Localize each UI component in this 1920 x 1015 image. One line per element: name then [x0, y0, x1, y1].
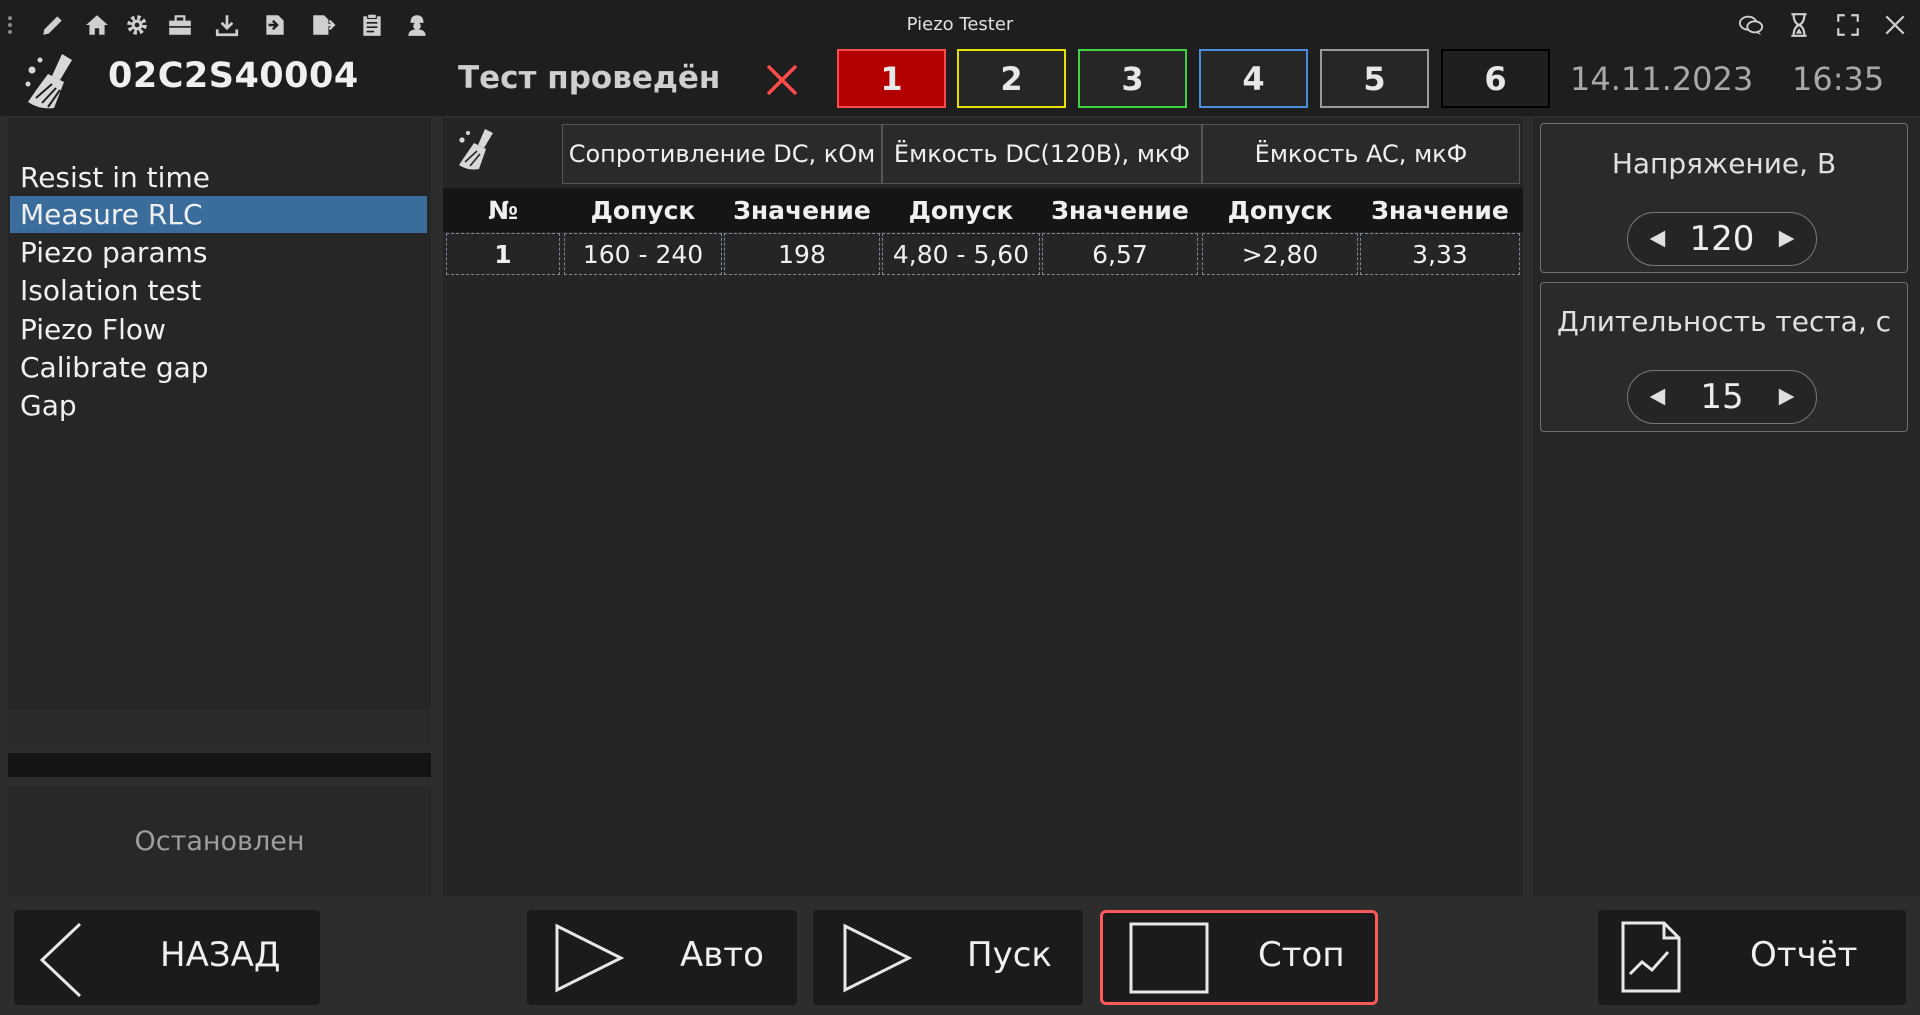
menu-item-resist-in-time[interactable]: Resist in time — [10, 159, 427, 196]
column-header-tolerance: Допуск — [908, 195, 1014, 225]
report-button[interactable]: Отчёт — [1598, 910, 1906, 1005]
channel-2-button[interactable]: 2 — [957, 49, 1066, 108]
stop-button-label: Стоп — [1258, 935, 1345, 975]
chat-icon[interactable] — [1734, 10, 1768, 40]
group-header-capacitance-dc: Ёмкость DC(120B), мкФ — [882, 124, 1202, 184]
fullscreen-icon[interactable] — [1833, 10, 1863, 40]
time-display: 16:35 — [1792, 60, 1885, 98]
menu-item-isolation-test[interactable]: Isolation test — [10, 272, 427, 309]
close-icon[interactable] — [1880, 10, 1910, 40]
column-header-tolerance: Допуск — [590, 195, 696, 225]
menu-item-gap[interactable]: Gap — [10, 387, 427, 424]
list-footer — [8, 710, 431, 744]
column-header-value: Значение — [733, 195, 871, 225]
channel-1-button[interactable]: 1 — [837, 49, 946, 108]
channel-5-button[interactable]: 5 — [1320, 49, 1429, 108]
voltage-stepper[interactable]: 120 — [1627, 212, 1817, 266]
hourglass-icon[interactable] — [1784, 10, 1814, 40]
device-serial: 02C2S40004 — [108, 56, 359, 96]
table-cell-cap-dc-value[interactable]: 6,57 — [1042, 233, 1198, 275]
table-cell-resistance-tolerance[interactable]: 160 - 240 — [564, 233, 722, 275]
channel-6-button[interactable]: 6 — [1441, 49, 1550, 108]
table-cell-cap-dc-tolerance[interactable]: 4,80 - 5,60 — [882, 233, 1040, 275]
table-cell-cap-ac-value[interactable]: 3,33 — [1360, 233, 1520, 275]
auto-button-label: Авто — [680, 935, 764, 975]
app-title: Piezo Tester — [906, 14, 1014, 35]
menu-item-piezo-flow[interactable]: Piezo Flow — [10, 311, 427, 348]
test-status: Тест проведён — [458, 60, 721, 96]
status-text: Остановлен — [134, 825, 305, 857]
date-display: 14.11.2023 — [1570, 60, 1754, 98]
menu-item-measure-rlc[interactable]: Measure RLC — [10, 196, 427, 233]
duration-value: 15 — [1700, 377, 1744, 417]
channel-4-button[interactable]: 4 — [1199, 49, 1308, 108]
fail-cross-icon — [748, 52, 816, 108]
increase-duration-icon[interactable] — [1772, 383, 1800, 411]
stop-square-icon — [1129, 922, 1209, 998]
chevron-left-icon — [36, 920, 86, 1004]
clear-table-icon[interactable] — [455, 125, 505, 173]
broom-icon[interactable] — [22, 50, 90, 112]
decrease-duration-icon[interactable] — [1644, 383, 1672, 411]
back-button[interactable]: НАЗАД — [14, 910, 320, 1005]
column-header-value: Значение — [1371, 195, 1509, 225]
table-cell-cap-ac-tolerance[interactable]: >2,80 — [1202, 233, 1358, 275]
increase-voltage-icon[interactable] — [1772, 225, 1800, 253]
play-icon — [841, 922, 913, 998]
back-button-label: НАЗАД — [160, 935, 281, 975]
auto-button[interactable]: Авто — [527, 910, 797, 1005]
status-label: Остановлен — [8, 786, 431, 896]
report-button-label: Отчёт — [1750, 935, 1858, 975]
column-header-number: № — [487, 195, 519, 225]
column-header-value: Значение — [1051, 195, 1189, 225]
report-chart-icon — [1620, 920, 1682, 998]
group-header-capacitance-ac: Ёмкость AC, мкФ — [1202, 124, 1520, 184]
group-header-resistance-dc: Сопротивление DC, кОм — [562, 124, 882, 184]
channel-3-button[interactable]: 3 — [1078, 49, 1187, 108]
menu-item-calibrate-gap[interactable]: Calibrate gap — [10, 349, 427, 386]
start-button-label: Пуск — [967, 935, 1052, 975]
column-header-tolerance: Допуск — [1227, 195, 1333, 225]
table-cell-resistance-value[interactable]: 198 — [724, 233, 880, 275]
voltage-value: 120 — [1689, 219, 1755, 259]
table-cell-number[interactable]: 1 — [446, 233, 560, 275]
stop-button[interactable]: Стоп — [1100, 910, 1378, 1005]
duration-label: Длительность теста, с — [1556, 305, 1892, 338]
progress-bar — [8, 753, 431, 777]
start-button[interactable]: Пуск — [813, 910, 1083, 1005]
decrease-voltage-icon[interactable] — [1644, 225, 1672, 253]
voltage-label: Напряжение, В — [1611, 147, 1837, 180]
menu-item-piezo-params[interactable]: Piezo params — [10, 234, 427, 271]
play-icon — [553, 922, 625, 998]
duration-stepper[interactable]: 15 — [1627, 370, 1817, 424]
